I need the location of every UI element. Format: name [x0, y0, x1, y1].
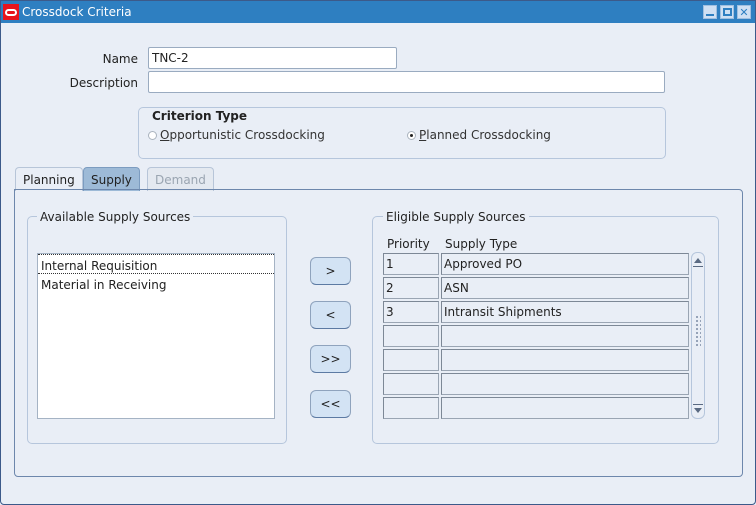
- move-all-button[interactable]: >>: [310, 345, 351, 373]
- scroll-divider: [693, 404, 703, 405]
- maximize-button[interactable]: [720, 5, 734, 19]
- oracle-logo-icon: [3, 4, 19, 20]
- supply-type-cell[interactable]: [441, 397, 689, 419]
- radio-label: lanned Crossdocking: [426, 128, 551, 142]
- tab-planning[interactable]: Planning: [15, 167, 83, 191]
- scroll-down-icon[interactable]: [694, 408, 702, 413]
- supply-type-cell[interactable]: [441, 373, 689, 395]
- eligible-table-scrollbar[interactable]: [691, 252, 705, 419]
- tab-demand: Demand: [147, 167, 214, 191]
- available-supply-sources-title: Available Supply Sources: [37, 210, 194, 224]
- column-header-priority: Priority: [387, 237, 430, 251]
- supply-type-cell[interactable]: Intransit Shipments: [441, 301, 689, 323]
- available-supply-sources-list[interactable]: Internal Requisition Material in Receivi…: [37, 253, 275, 419]
- maximize-icon: [722, 8, 732, 16]
- name-field[interactable]: [148, 47, 397, 69]
- title-bar[interactable]: Crossdock Criteria ✕: [1, 1, 755, 23]
- supply-type-cell[interactable]: [441, 325, 689, 347]
- supply-type-cell[interactable]: ASN: [441, 277, 689, 299]
- name-label: Name: [102, 52, 138, 66]
- remove-all-button[interactable]: <<: [310, 390, 351, 418]
- scroll-up-icon[interactable]: [694, 258, 702, 263]
- radio-mnemonic: P: [419, 128, 427, 142]
- window-title: Crossdock Criteria: [22, 5, 132, 19]
- priority-cell[interactable]: [383, 349, 439, 371]
- radio-mnemonic: O: [160, 128, 170, 142]
- radio-opportunistic-crossdocking[interactable]: Opportunistic Crossdocking: [148, 128, 325, 142]
- priority-cell[interactable]: [383, 373, 439, 395]
- scroll-divider: [693, 266, 703, 267]
- crossdock-criteria-window: Crossdock Criteria ✕ Name Description Cr…: [0, 0, 756, 505]
- list-item[interactable]: Material in Receiving: [38, 274, 274, 294]
- radio-unselected-icon: [148, 130, 157, 140]
- priority-cell[interactable]: [383, 325, 439, 347]
- radio-planned-crossdocking[interactable]: Planned Crossdocking: [407, 128, 551, 142]
- radio-selected-icon: [407, 130, 416, 140]
- column-header-supply-type: Supply Type: [445, 237, 518, 251]
- move-selected-button[interactable]: >: [310, 257, 351, 285]
- remove-selected-button[interactable]: <: [310, 301, 351, 329]
- minimize-button[interactable]: [703, 5, 717, 19]
- list-item[interactable]: Internal Requisition: [38, 254, 274, 274]
- priority-cell[interactable]: 2: [383, 277, 439, 299]
- eligible-supply-sources-title: Eligible Supply Sources: [383, 210, 529, 224]
- supply-type-cell[interactable]: Approved PO: [441, 253, 689, 275]
- minimize-icon: [706, 14, 714, 16]
- radio-label: pportunistic Crossdocking: [169, 128, 325, 142]
- close-icon: ✕: [739, 5, 749, 19]
- priority-cell[interactable]: 1: [383, 253, 439, 275]
- description-label: Description: [69, 76, 138, 90]
- close-button[interactable]: ✕: [737, 5, 751, 19]
- criterion-type-title: Criterion Type: [149, 109, 251, 123]
- description-field[interactable]: [148, 71, 665, 93]
- priority-cell[interactable]: 3: [383, 301, 439, 323]
- tab-supply[interactable]: Supply: [83, 167, 140, 191]
- supply-type-cell[interactable]: [441, 349, 689, 371]
- scroll-thumb[interactable]: [695, 315, 701, 347]
- priority-cell[interactable]: [383, 397, 439, 419]
